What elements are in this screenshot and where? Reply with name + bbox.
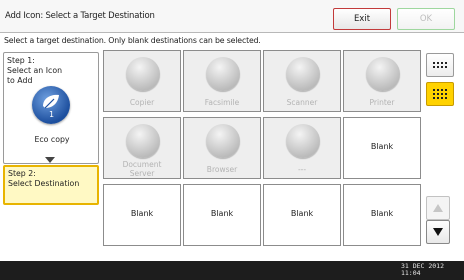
step2-title: Step 2: Select Destination (8, 169, 80, 188)
grid-small-icon (432, 61, 448, 69)
page-up-button[interactable] (426, 196, 450, 220)
facsimile-icon (206, 57, 240, 91)
scanner-icon (286, 57, 320, 91)
step-arrow-icon (45, 157, 55, 163)
step1-title: Step 1: Select an Icon to Add (7, 56, 63, 85)
small-grid-view-button[interactable] (426, 53, 454, 77)
browser-icon (206, 124, 240, 158)
title-bar: Add Icon: Select a Target Destination Ex… (0, 0, 464, 33)
copier-icon (126, 57, 160, 91)
printer-icon (366, 57, 400, 91)
status-bar: 31 DEC 2012 11:04 (0, 261, 464, 280)
instruction-text: Select a target destination. Only blank … (4, 36, 261, 45)
tile-blank[interactable]: Blank (103, 184, 181, 246)
page-title: Add Icon: Select a Target Destination (5, 11, 155, 21)
tile-unassigned: --- (263, 117, 341, 179)
unassigned-icon (286, 124, 320, 158)
tile-browser: Browser (183, 117, 261, 179)
document-server-icon (126, 124, 160, 158)
selected-icon-label: Eco copy (34, 135, 70, 144)
grid-large-icon (432, 88, 448, 100)
tile-copier: Copier (103, 50, 181, 112)
page-down-button[interactable] (426, 220, 450, 244)
main-content: Select a target destination. Only blank … (0, 33, 464, 261)
tile-document-server: Document Server (103, 117, 181, 179)
leaf-icon: 1 (43, 94, 59, 118)
tile-blank[interactable]: Blank (343, 117, 421, 179)
arrow-down-icon (433, 228, 443, 236)
tile-blank[interactable]: Blank (183, 184, 261, 246)
eco-copy-badge: 1 (49, 110, 54, 118)
ok-button[interactable]: OK (397, 8, 455, 30)
tile-scanner: Scanner (263, 50, 341, 112)
tile-blank[interactable]: Blank (343, 184, 421, 246)
tile-facsimile: Facsimile (183, 50, 261, 112)
step1-panel: Step 1: Select an Icon to Add 1 Eco copy (3, 52, 99, 164)
tile-printer: Printer (343, 50, 421, 112)
status-time: 11:04 (400, 269, 421, 277)
eco-copy-icon[interactable]: 1 (32, 86, 70, 124)
date-time: 31 DEC 2012 11:04 (401, 263, 444, 277)
tile-blank[interactable]: Blank (263, 184, 341, 246)
exit-button[interactable]: Exit (333, 8, 391, 30)
large-grid-view-button[interactable] (426, 82, 454, 106)
step2-panel: Step 2: Select Destination (3, 165, 99, 205)
arrow-up-icon (433, 204, 443, 212)
